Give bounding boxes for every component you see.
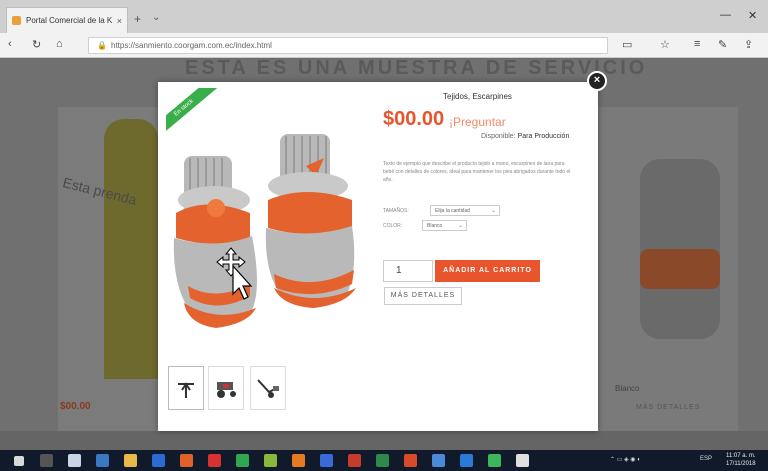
background-right-label: Blanco	[615, 384, 640, 393]
modal-close-button[interactable]: ×	[587, 71, 607, 91]
search-icon[interactable]	[40, 454, 53, 467]
window-close-icon[interactable]: ✕	[748, 9, 757, 22]
thumbnail-3-image	[257, 379, 279, 398]
clock-date: 17/11/2018	[726, 461, 756, 467]
clock[interactable]: 11:07 a. m. 17/11/2018	[726, 452, 756, 468]
thumbnail-2[interactable]	[208, 366, 244, 410]
product-description: Texto de ejemplo que describe el product…	[383, 161, 571, 183]
chevron-down-icon: ⌄	[457, 223, 463, 229]
app-green2-icon[interactable]	[488, 454, 501, 467]
new-tab-icon[interactable]: +	[134, 12, 141, 26]
product-title: Tejidos, Escarpines	[443, 92, 512, 101]
firefox-icon[interactable]	[180, 454, 193, 467]
background-footer-strip	[0, 431, 768, 450]
move-cursor-icon	[216, 247, 253, 300]
color-select-value: Blanco	[427, 223, 443, 229]
booties-illustration	[173, 134, 356, 328]
acrobat-icon[interactable]	[404, 454, 417, 467]
availability: Disponible: Para Producción	[481, 133, 569, 140]
browser-tab[interactable]: Portal Comercial de la K ×	[6, 7, 128, 33]
app-green-icon[interactable]	[236, 454, 249, 467]
powerpoint-icon[interactable]	[348, 454, 361, 467]
chrome-icon[interactable]	[124, 454, 137, 467]
favorite-star-icon[interactable]: ☆	[660, 38, 670, 51]
reading-view-icon[interactable]: ▭	[622, 38, 632, 51]
size-select-value: Elija la cantidad	[435, 208, 471, 214]
notes-icon[interactable]: ✎	[718, 38, 727, 51]
background-model-image	[104, 119, 158, 379]
color-select[interactable]: Blanco ⌄	[422, 220, 467, 231]
app-orange-icon[interactable]	[292, 454, 305, 467]
size-select[interactable]: Elija la cantidad ⌄	[430, 205, 500, 216]
thumbnail-1-image	[178, 382, 194, 398]
thumbnail-1[interactable]	[168, 366, 204, 410]
task-view-icon[interactable]	[68, 454, 81, 467]
background-bootie-image	[640, 159, 720, 339]
color-label: COLOR:	[383, 223, 403, 229]
product-main-image: En stock	[166, 88, 366, 350]
size-label: TAMAÑOS:	[383, 208, 409, 214]
thumbnail-3[interactable]	[250, 366, 286, 410]
app-blue2-icon[interactable]	[460, 454, 473, 467]
app-blue-icon[interactable]	[432, 454, 445, 467]
browser-tab-bar: Portal Comercial de la K × + ⌄ — ✕	[0, 0, 768, 33]
availability-label: Disponible:	[481, 133, 516, 140]
background-details-link: MÁS DETALLES	[636, 404, 701, 411]
tab-close-icon[interactable]: ×	[117, 16, 122, 26]
add-to-cart-button[interactable]: AÑADIR AL CARRITO	[435, 260, 540, 282]
windows-taskbar: ⌃ ▭ ◈ ◉ ◐ ESP 11:07 a. m. 17/11/2018	[0, 450, 768, 471]
app-lime-icon[interactable]	[264, 454, 277, 467]
more-details-button[interactable]: MÁS DETALLES	[384, 287, 462, 305]
chevron-down-icon: ⌄	[490, 208, 496, 214]
availability-value: Para Producción	[517, 133, 570, 140]
start-icon[interactable]	[14, 456, 24, 466]
url-field[interactable]: 🔒 https://sanmiento.coorgam.com.ec/index…	[88, 37, 608, 54]
thumbnail-2-image	[217, 382, 236, 398]
edge-icon[interactable]	[96, 454, 109, 467]
share-icon[interactable]: ⇪	[744, 38, 753, 51]
site-favicon-icon	[12, 16, 21, 25]
opera-icon[interactable]	[208, 454, 221, 467]
lock-icon: 🔒	[97, 41, 107, 50]
language-indicator[interactable]: ESP	[700, 456, 712, 462]
url-text: https://sanmiento.coorgam.com.ec/index.h…	[111, 41, 272, 50]
hub-icon[interactable]: ≡	[694, 38, 700, 50]
background-heading: ESTA ES UNA MUESTRA DE SERVICIO	[185, 59, 648, 79]
ask-link[interactable]: ¡Preguntar	[449, 115, 506, 129]
word-icon[interactable]	[320, 454, 333, 467]
product-price: $00.00	[383, 108, 445, 130]
home-icon[interactable]: ⌂	[56, 38, 63, 50]
address-bar: ‹ ↻ ⌂ 🔒 https://sanmiento.coorgam.com.ec…	[0, 33, 768, 58]
app-white-icon[interactable]	[516, 454, 529, 467]
tab-title: Portal Comercial de la K	[26, 16, 113, 25]
clock-time: 11:07 a. m.	[726, 453, 756, 459]
excel-icon[interactable]	[376, 454, 389, 467]
background-price: $00.00	[60, 401, 91, 412]
minimize-icon[interactable]: —	[720, 9, 731, 21]
tray-icons[interactable]: ⌃ ▭ ◈ ◉ ◐	[610, 456, 641, 463]
refresh-icon[interactable]: ↻	[32, 38, 41, 51]
tab-list-icon[interactable]: ⌄	[152, 12, 160, 23]
back-icon[interactable]: ‹	[8, 38, 12, 50]
quantity-input[interactable]: 1	[383, 260, 433, 282]
ie-icon[interactable]	[152, 454, 165, 467]
